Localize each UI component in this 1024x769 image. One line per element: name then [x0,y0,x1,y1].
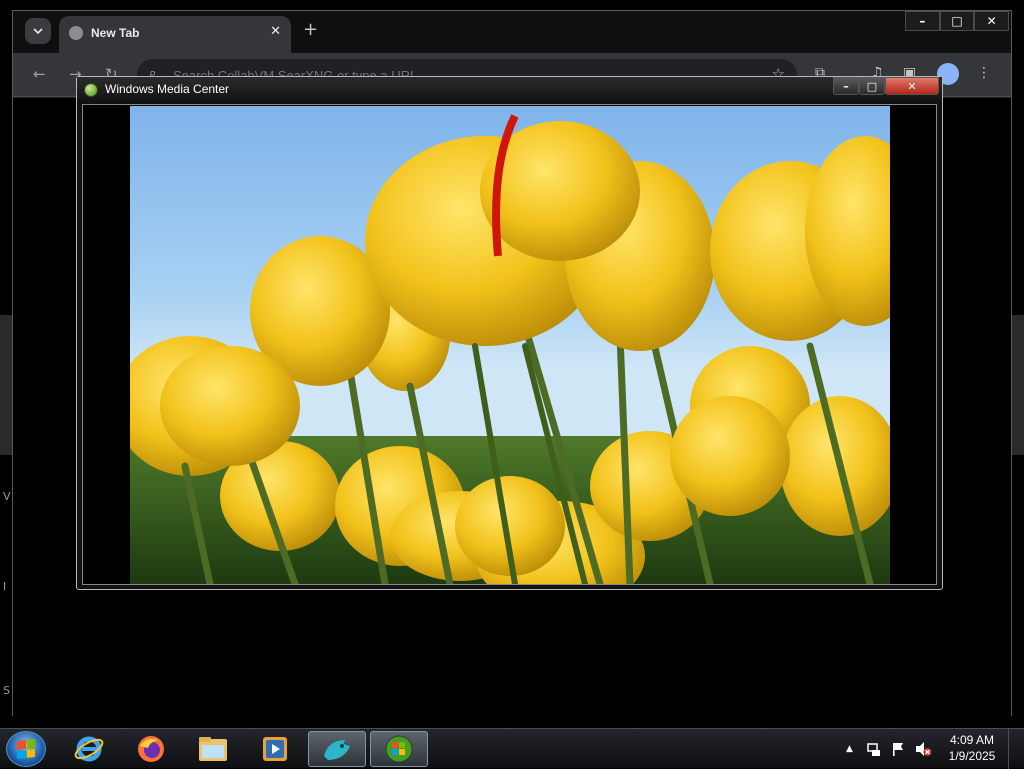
media-center-titlebar[interactable]: Windows Media Center – □ ✕ [77,77,942,103]
media-center-maximize-button[interactable]: □ [859,77,885,95]
tab-close-button[interactable]: ✕ [270,24,281,39]
taskbar-internet-explorer[interactable] [60,731,118,767]
show-desktop-button[interactable] [1008,729,1024,769]
desktop-icon-label-fragment: I [3,580,7,593]
system-clock[interactable]: 4:09 AM 1/9/2025 [942,732,1002,764]
media-player-icon [263,737,287,761]
desktop-icon-label-fragment: S [3,684,10,697]
tulips-image [130,114,890,584]
taskbar-windows-media-player[interactable] [246,731,304,767]
taskbar: ▲ 4:09 AM 1/9/2025 [0,728,1024,769]
tab-search-button[interactable] [25,18,51,44]
start-button[interactable] [6,731,46,767]
action-center-flag-icon[interactable] [890,741,906,757]
browser-tab-strip: New Tab ✕ + – □ ✕ [13,11,1011,53]
desktop-background-strip-left [0,315,12,455]
remote-desktop-icon [324,740,350,760]
menu-kebab-icon[interactable]: ⋮ [977,65,991,81]
media-center-taskbar-icon [385,735,413,763]
browser-close-button[interactable]: ✕ [974,11,1010,31]
folder-icon [199,737,227,761]
media-center-window: Windows Media Center – □ ✕ [76,76,943,590]
desktop-icon-label-fragment: V [3,490,11,503]
firefox-icon [138,736,164,762]
network-icon[interactable] [866,741,882,757]
media-center-close-button[interactable]: ✕ [885,77,939,95]
internet-explorer-icon [74,736,104,762]
tab-title: New Tab [91,26,140,40]
chevron-down-icon [33,28,43,34]
clock-time: 4:09 AM [949,733,995,747]
media-center-title: Windows Media Center [105,82,230,96]
media-center-logo-icon [84,83,98,97]
media-center-viewport[interactable] [82,104,937,585]
desktop-background-strip-right [1012,315,1024,455]
media-center-minimize-button[interactable]: – [833,77,859,95]
volume-muted-icon[interactable] [914,741,932,757]
taskbar-windows-explorer[interactable] [184,731,242,767]
media-center-window-controls: – □ ✕ [833,77,939,95]
back-arrow-icon[interactable]: ← [33,65,46,83]
browser-maximize-button[interactable]: □ [939,11,975,31]
show-hidden-icons-button[interactable]: ▲ [846,744,853,754]
new-tab-button[interactable]: + [303,21,318,39]
taskbar-remote-desktop[interactable] [308,731,366,767]
taskbar-firefox[interactable] [122,731,180,767]
windows-logo-icon [17,739,35,759]
browser-window-controls: – □ ✕ [905,11,1010,31]
taskbar-windows-media-center[interactable] [370,731,428,767]
globe-icon [69,26,83,40]
tab-new-tab[interactable]: New Tab ✕ [59,16,291,53]
clock-date: 1/9/2025 [948,749,996,763]
tulips-photo [130,106,890,584]
browser-minimize-button[interactable]: – [905,11,940,31]
